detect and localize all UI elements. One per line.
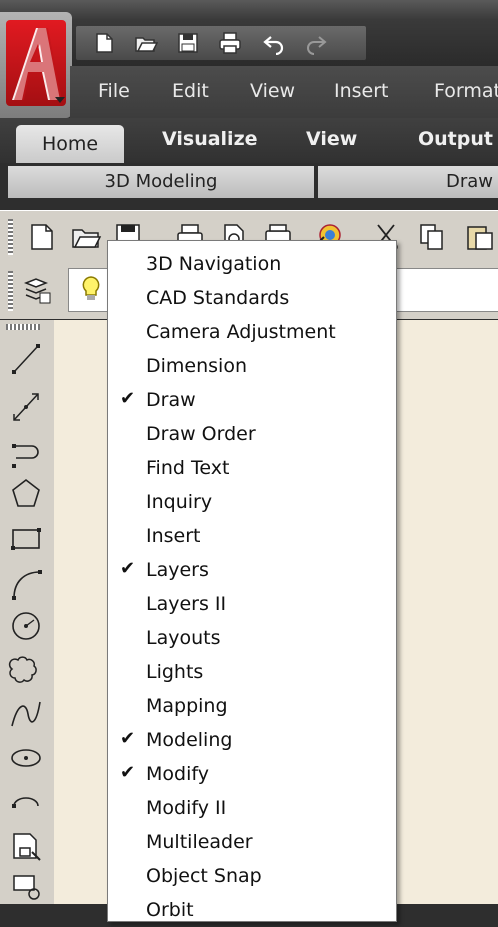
context-menu-item-label: Draw Order bbox=[146, 423, 256, 445]
context-menu-item[interactable]: Mapping bbox=[108, 689, 396, 723]
context-menu-item[interactable]: Draw Order bbox=[108, 417, 396, 451]
context-menu-item-label: Draw bbox=[146, 389, 196, 411]
polygon-icon[interactable] bbox=[8, 476, 44, 512]
context-menu-item[interactable]: Layouts bbox=[108, 621, 396, 655]
context-menu-item-label: Object Snap bbox=[146, 865, 262, 887]
ellipse-icon[interactable] bbox=[8, 740, 44, 776]
line-icon[interactable] bbox=[8, 340, 44, 376]
undo-icon[interactable] bbox=[262, 31, 286, 56]
chevron-down-icon bbox=[55, 97, 65, 103]
arc-icon[interactable] bbox=[8, 566, 44, 602]
checkmark-icon: ✔ bbox=[120, 558, 136, 579]
open-folder-icon[interactable] bbox=[70, 221, 102, 253]
context-menu-item-label: Inquiry bbox=[146, 491, 213, 513]
context-menu-item[interactable]: 3D Navigation bbox=[108, 247, 396, 281]
menu-format[interactable]: Format bbox=[434, 80, 498, 102]
toolbar-grip[interactable] bbox=[8, 271, 13, 311]
panel-3d-modeling[interactable]: 3D Modeling bbox=[8, 166, 314, 198]
context-menu-item-label: Layouts bbox=[146, 627, 221, 649]
context-menu-item[interactable]: Dimension bbox=[108, 349, 396, 383]
redo-icon[interactable] bbox=[304, 31, 328, 55]
circle-icon[interactable] bbox=[8, 608, 44, 644]
context-menu-item[interactable]: Orbit bbox=[108, 893, 396, 927]
context-menu-item[interactable]: Lights bbox=[108, 655, 396, 689]
menu-edit[interactable]: Edit bbox=[172, 80, 209, 102]
tab-view[interactable]: View bbox=[306, 128, 357, 150]
context-menu-item-label: Layers II bbox=[146, 593, 227, 615]
context-menu-item-label: CAD Standards bbox=[146, 287, 290, 309]
open-folder-icon[interactable] bbox=[134, 31, 159, 55]
menu-file[interactable]: File bbox=[98, 80, 130, 102]
panel-draw[interactable]: Draw bbox=[318, 166, 498, 198]
context-menu-item[interactable]: Camera Adjustment bbox=[108, 315, 396, 349]
layer-dropdown-field[interactable] bbox=[392, 268, 498, 312]
context-menu-item-label: Modeling bbox=[146, 729, 233, 751]
new-file-icon[interactable] bbox=[92, 31, 116, 55]
insert-block-icon[interactable] bbox=[8, 828, 44, 864]
checkmark-icon: ✔ bbox=[120, 388, 136, 409]
autocad-logo[interactable] bbox=[6, 20, 66, 106]
context-menu-item-label: Modify bbox=[146, 763, 209, 785]
toolbar-context-menu: 3D Navigation CAD Standards Camera Adjustm… bbox=[107, 240, 397, 922]
context-menu-item-label: Find Text bbox=[146, 457, 230, 479]
construction-line-icon[interactable] bbox=[8, 388, 44, 424]
context-menu-item[interactable]: ✔ Layers bbox=[108, 553, 396, 587]
toolbar-grip[interactable] bbox=[6, 324, 40, 330]
tab-home[interactable]: Home bbox=[16, 125, 124, 166]
quick-access-toolbar bbox=[76, 26, 366, 60]
spline-icon[interactable] bbox=[8, 696, 44, 732]
context-menu-item-label: Layers bbox=[146, 559, 209, 581]
ribbon-panel-bar: 3D Modeling Draw bbox=[0, 163, 498, 203]
rectangle-icon[interactable] bbox=[8, 520, 44, 556]
menu-view[interactable]: View bbox=[250, 80, 295, 102]
tab-output[interactable]: Output bbox=[418, 128, 493, 150]
context-menu-item-label: Mapping bbox=[146, 695, 228, 717]
context-menu-item[interactable]: ✔ Draw bbox=[108, 383, 396, 417]
context-menu-item-label: Modify II bbox=[146, 797, 227, 819]
context-menu-item[interactable]: CAD Standards bbox=[108, 281, 396, 315]
context-menu-item[interactable]: ✔ Modeling bbox=[108, 723, 396, 757]
ribbon-tab-bar: Home Visualize View Output bbox=[0, 118, 498, 166]
context-menu-item[interactable]: Multileader bbox=[108, 825, 396, 859]
menu-bar: File Edit View Insert Format bbox=[70, 66, 498, 118]
context-menu-item[interactable]: Insert bbox=[108, 519, 396, 553]
context-menu-item[interactable]: Inquiry bbox=[108, 485, 396, 519]
context-menu-item[interactable]: Layers II bbox=[108, 587, 396, 621]
context-menu-item-label: Dimension bbox=[146, 355, 247, 377]
context-menu-item-label: Multileader bbox=[146, 831, 253, 853]
new-file-icon[interactable] bbox=[26, 221, 58, 253]
menu-insert[interactable]: Insert bbox=[334, 80, 389, 102]
toolbar-grip[interactable] bbox=[8, 219, 13, 255]
checkmark-icon: ✔ bbox=[120, 728, 136, 749]
context-menu-item-label: Camera Adjustment bbox=[146, 321, 336, 343]
context-menu-item[interactable]: Object Snap bbox=[108, 859, 396, 893]
make-block-icon[interactable] bbox=[8, 870, 44, 906]
context-menu-item[interactable]: Find Text bbox=[108, 451, 396, 485]
ellipse-arc-icon[interactable] bbox=[8, 784, 44, 820]
lightbulb-icon bbox=[75, 273, 107, 305]
save-icon[interactable] bbox=[176, 31, 200, 55]
revision-cloud-icon[interactable] bbox=[8, 652, 44, 688]
paste-icon[interactable] bbox=[464, 221, 496, 253]
context-menu-item-label: 3D Navigation bbox=[146, 253, 282, 275]
context-menu-item[interactable]: Modify II bbox=[108, 791, 396, 825]
context-menu-item[interactable]: ✔ Modify bbox=[108, 757, 396, 791]
context-menu-item-label: Lights bbox=[146, 661, 204, 683]
polyline-icon[interactable] bbox=[8, 436, 44, 472]
copy-icon[interactable] bbox=[416, 221, 448, 253]
autocad-a-icon bbox=[12, 28, 62, 100]
layer-properties-icon[interactable] bbox=[22, 275, 54, 307]
print-icon[interactable] bbox=[218, 31, 242, 55]
context-menu-item-label: Insert bbox=[146, 525, 201, 547]
context-menu-item-label: Orbit bbox=[146, 899, 194, 921]
checkmark-icon: ✔ bbox=[120, 762, 136, 783]
tab-visualize[interactable]: Visualize bbox=[162, 128, 258, 150]
